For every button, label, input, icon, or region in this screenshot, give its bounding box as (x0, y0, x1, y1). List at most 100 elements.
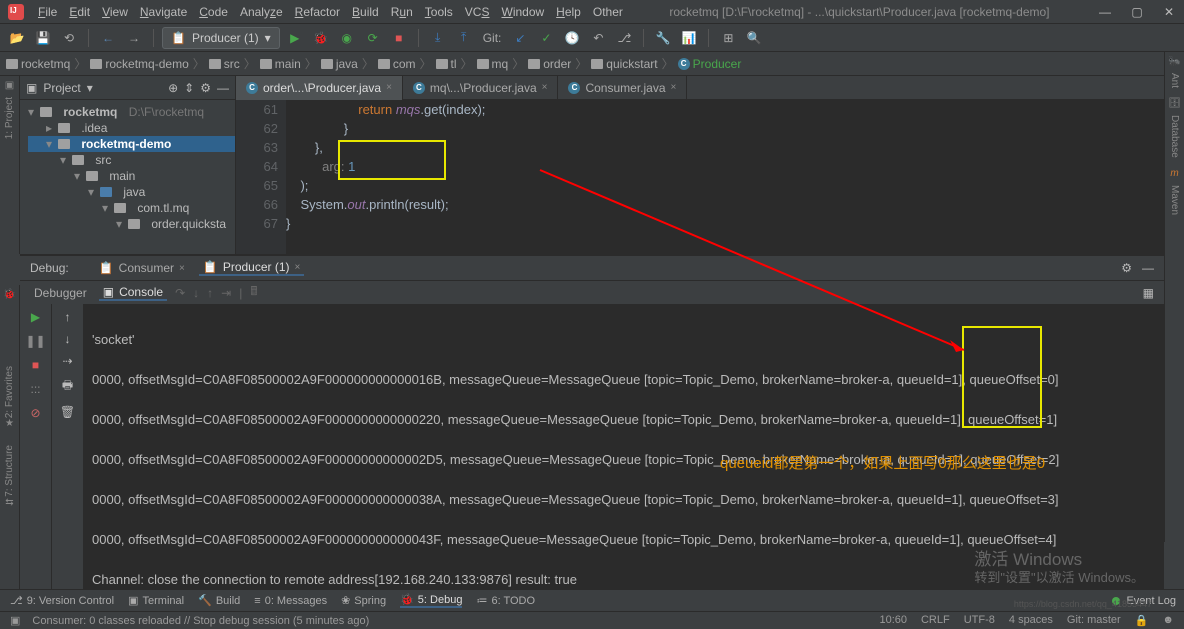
menu-window[interactable]: Window (495, 3, 550, 21)
indent[interactable]: 4 spaces (1009, 614, 1053, 627)
favorites-icon[interactable]: ★ (5, 418, 14, 429)
menu-code[interactable]: Code (193, 3, 234, 21)
database-label[interactable]: Database (1169, 115, 1180, 158)
save-icon[interactable]: 💾 (32, 27, 54, 49)
menu-analyze[interactable]: Analyze (234, 3, 289, 21)
todo-tool[interactable]: ≔ 6: TODO (476, 594, 535, 607)
up-icon[interactable]: ↑ (65, 310, 71, 324)
tree-row[interactable]: ▾ com.tl.mq (28, 200, 235, 216)
pause-icon[interactable]: ❚❚ (25, 334, 45, 350)
mute-icon[interactable]: ⊘ (30, 406, 40, 422)
line-separator[interactable]: CRLF (921, 614, 950, 627)
menu-navigate[interactable]: Navigate (134, 3, 193, 21)
wrap-icon[interactable]: ⇢ (62, 354, 72, 368)
menu-refactor[interactable]: Refactor (289, 3, 346, 21)
gear-icon[interactable]: ⚙ (200, 81, 211, 95)
tree-row[interactable]: ▾ main (28, 168, 235, 184)
ant-icon[interactable]: 🐜 (1168, 56, 1180, 67)
project-tool-label[interactable]: 1: Project (4, 97, 15, 139)
debug-session-tab[interactable]: 📋Consumer× (95, 261, 189, 275)
structure-tool-label[interactable]: 7: Structure (4, 445, 15, 497)
search-icon[interactable]: 🔍 (743, 27, 765, 49)
menu-tools[interactable]: Tools (419, 3, 459, 21)
debug-tool[interactable]: 🐞 5: Debug (400, 593, 462, 608)
close-icon[interactable]: × (295, 262, 301, 273)
bc-item[interactable]: order (528, 57, 571, 71)
bc-item[interactable]: main (260, 57, 301, 71)
ant-label[interactable]: Ant (1169, 73, 1180, 88)
close-icon[interactable]: × (386, 82, 392, 93)
vcs-commit-icon[interactable]: ⤒ (453, 27, 475, 49)
menu-run[interactable]: Run (385, 3, 419, 21)
hide-icon[interactable]: — (217, 81, 229, 95)
bc-item[interactable]: mq (477, 57, 509, 71)
bc-item[interactable]: rocketmq-demo (90, 57, 188, 71)
structure-icon[interactable]: ⇆ (5, 497, 13, 508)
maven-label[interactable]: Maven (1169, 185, 1180, 215)
inspect-icon[interactable]: ☻ (1162, 614, 1174, 627)
menu-file[interactable]: FFileile (32, 3, 63, 21)
editor-body[interactable]: 61626364656667 return mqs.get(index); } … (236, 100, 1184, 254)
spring-tool[interactable]: ❀ Spring (341, 594, 386, 607)
project-view-label[interactable]: Project (43, 81, 80, 95)
menu-edit[interactable]: Edit (63, 3, 96, 21)
profile-icon[interactable]: ⟳ (362, 27, 384, 49)
terminal-tool[interactable]: ▣ Terminal (128, 594, 184, 607)
tree-row[interactable]: ▾ java (28, 184, 235, 200)
database-icon[interactable]: 🗄 (1168, 98, 1181, 109)
git-branch-icon[interactable]: ⎇ (613, 27, 635, 49)
tree-row[interactable]: ▸ .idea (28, 120, 235, 136)
tree-row[interactable]: ▾ rocketmq-demo (28, 136, 235, 152)
editor-tab[interactable]: CConsumer.java× (558, 76, 687, 100)
minimize-icon[interactable]: — (1098, 5, 1112, 19)
git-push-icon[interactable]: ✓ (535, 27, 557, 49)
tool-window-icon[interactable]: ▣ (10, 614, 20, 627)
git-pull-icon[interactable]: ↙ (509, 27, 531, 49)
close-icon[interactable]: × (179, 263, 185, 274)
target-icon[interactable]: ⊕ (168, 81, 178, 95)
stop-icon[interactable]: ■ (32, 358, 39, 374)
maven-icon[interactable]: m (1170, 168, 1178, 179)
tree-row[interactable]: ▾ order.quicksta (28, 216, 235, 232)
print-icon[interactable]: 🖶 (62, 376, 73, 397)
collapse-icon[interactable]: ⇕ (184, 81, 194, 95)
evaluate-icon[interactable]: 🖩 (250, 282, 257, 303)
editor-tab[interactable]: Corder\...\Producer.java× (236, 76, 403, 100)
bc-item[interactable]: com (378, 57, 416, 71)
git-revert-icon[interactable]: ↶ (587, 27, 609, 49)
build-icon[interactable]: 🔧 (652, 27, 674, 49)
bc-item[interactable]: java (321, 57, 358, 71)
close-icon[interactable]: ✕ (1162, 5, 1176, 19)
code-area[interactable]: return mqs.get(index); } }, arg: 1 ); Sy… (286, 100, 1184, 254)
run-button[interactable]: ▶ (284, 27, 306, 49)
bc-item[interactable]: src (209, 57, 240, 71)
coverage-icon[interactable]: ◉ (336, 27, 358, 49)
favorites-tool-label[interactable]: 2: Favorites (4, 366, 15, 418)
back-icon[interactable]: ← (97, 27, 119, 49)
git-branch[interactable]: Git: master (1067, 614, 1121, 627)
console-output[interactable]: 'socket' 0000, offsetMsgId=C0A8F08500002… (84, 304, 1164, 591)
menu-view[interactable]: View (96, 3, 134, 21)
lock-icon[interactable]: 🔒 (1135, 614, 1149, 627)
forward-icon[interactable]: → (123, 27, 145, 49)
open-icon[interactable]: 📂 (6, 27, 28, 49)
clear-icon[interactable]: 🗑 (60, 405, 75, 419)
breakpoint-icon[interactable]: ::: (30, 382, 40, 398)
tree-row[interactable]: ▾ src (28, 152, 235, 168)
bc-item[interactable]: CProducer (678, 57, 742, 71)
bc-item[interactable]: rocketmq (6, 57, 70, 71)
git-history-icon[interactable]: 🕓 (561, 27, 583, 49)
version-control-tool[interactable]: ⎇ 9: Version Control (10, 594, 114, 607)
vcs-update-icon[interactable]: ⤓ (427, 27, 449, 49)
gear-icon[interactable]: ⚙ (1121, 261, 1132, 275)
stop-button[interactable]: ■ (388, 27, 410, 49)
menu-build[interactable]: Build (346, 3, 385, 21)
menu-vcs[interactable]: VCS (459, 3, 496, 21)
rerun-icon[interactable]: ▶ (31, 310, 40, 326)
debug-session-tab[interactable]: 📋Producer (1)× (199, 260, 305, 276)
build-tool[interactable]: 🔨 Build (198, 594, 240, 607)
run-config-selector[interactable]: 📋 Producer (1) ▾ (162, 27, 280, 49)
caret-position[interactable]: 10:60 (879, 614, 907, 627)
messages-tool[interactable]: ≡ 0: Messages (254, 595, 327, 607)
layout-icon[interactable]: ▦ (1143, 286, 1154, 300)
